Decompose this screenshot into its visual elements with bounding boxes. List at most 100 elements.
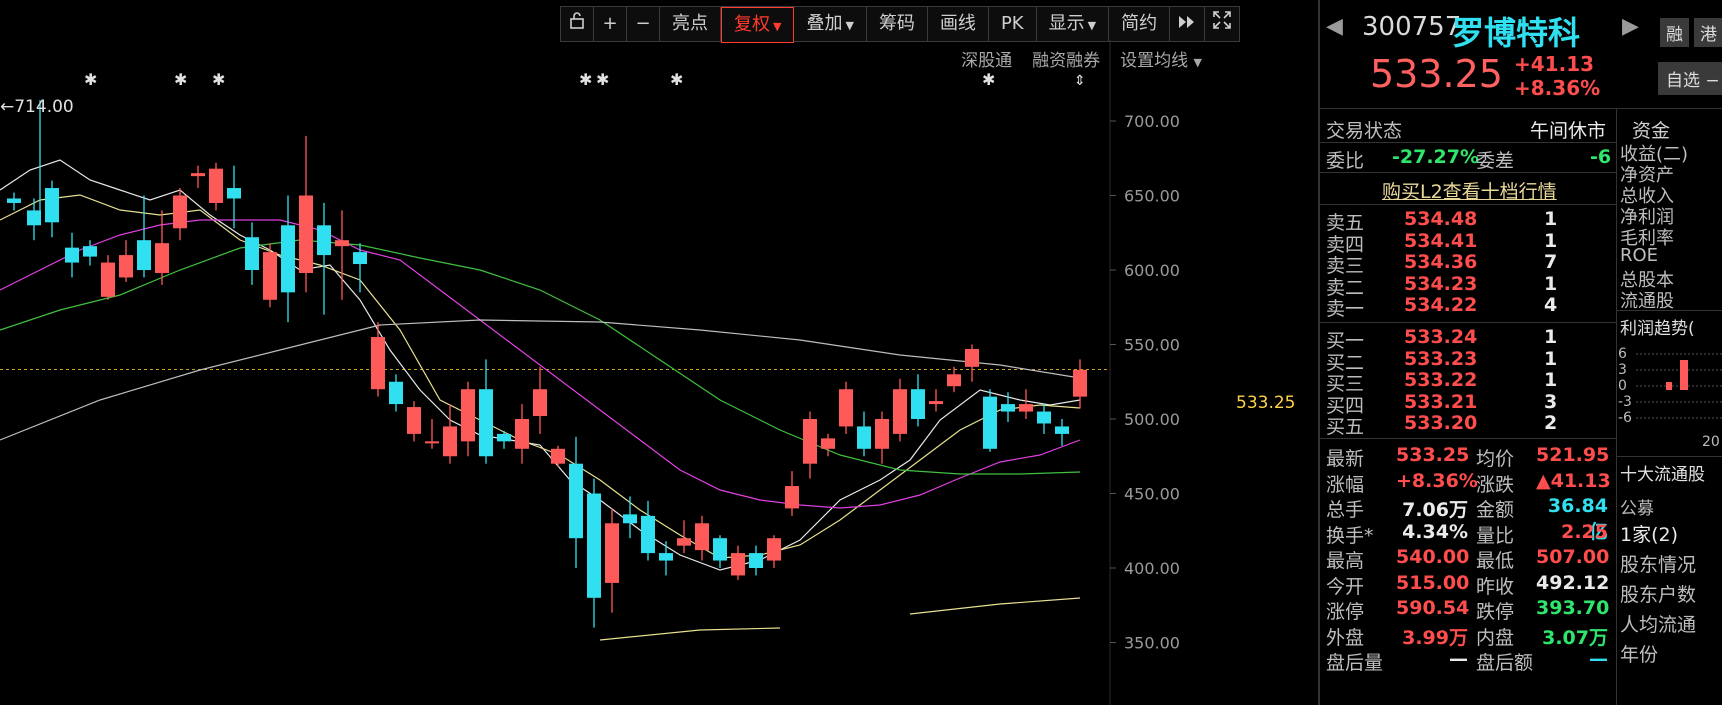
price-change-pct: +8.36% bbox=[1514, 76, 1601, 100]
event-star-icon[interactable]: ✱ bbox=[982, 70, 995, 89]
book-price: 533.21 bbox=[1404, 390, 1478, 413]
avg-float-label: 人均流通 bbox=[1620, 614, 1697, 636]
candle bbox=[911, 374, 925, 427]
stat-value: 3.07万 bbox=[1542, 626, 1608, 649]
candle bbox=[857, 411, 871, 457]
stat-value: ▲41.13 bbox=[1536, 469, 1611, 492]
profit-tick-label: -3 bbox=[1618, 394, 1632, 410]
y-tick-label: 350.00 bbox=[1124, 634, 1180, 653]
candle bbox=[45, 180, 59, 238]
holder-info-link[interactable]: 股东情况 bbox=[1620, 550, 1696, 577]
display-button[interactable]: 显示 ▼ bbox=[1036, 7, 1110, 41]
draw-line-button[interactable]: 画线 bbox=[927, 7, 989, 41]
l2-purchase-link[interactable]: 购买L2查看十档行情 bbox=[1382, 177, 1557, 204]
prev-stock-icon[interactable]: ◀ bbox=[1326, 14, 1343, 39]
book-volume: 7 bbox=[1544, 251, 1558, 273]
event-star-icon[interactable]: ✱ bbox=[84, 70, 97, 89]
event-star-icon[interactable]: ✱ bbox=[596, 70, 609, 89]
chips-button[interactable]: 筹码 bbox=[866, 7, 928, 41]
candle bbox=[749, 545, 763, 576]
caret-down-icon: ▼ bbox=[773, 20, 782, 33]
candle bbox=[947, 366, 961, 393]
stat-label: 量比 bbox=[1476, 524, 1515, 547]
stat-label: 最高 bbox=[1326, 550, 1365, 572]
book-volume: 1 bbox=[1544, 229, 1558, 252]
book-volume: 3 bbox=[1544, 390, 1558, 413]
book-volume: 1 bbox=[1544, 369, 1558, 391]
caret-down-icon: ▼ bbox=[845, 19, 854, 32]
next-stock-icon[interactable]: ▶ bbox=[1622, 14, 1639, 39]
y-tick-label: 700.00 bbox=[1124, 112, 1180, 131]
top10-holders-tab[interactable]: 十大流通股 bbox=[1620, 460, 1705, 485]
candle bbox=[317, 202, 331, 315]
profit-tick-label: 0 bbox=[1618, 378, 1627, 394]
candle bbox=[209, 162, 223, 211]
overlay-button[interactable]: 叠加 ▼ bbox=[794, 7, 867, 41]
event-star-icon[interactable]: ✱ bbox=[670, 70, 683, 89]
stat-value: 7.06万 bbox=[1402, 499, 1468, 521]
candle bbox=[839, 381, 853, 434]
candle bbox=[371, 322, 385, 397]
event-star-icon[interactable]: ✱ bbox=[579, 70, 592, 89]
candle bbox=[659, 541, 673, 576]
profit-tick-label: 3 bbox=[1618, 362, 1627, 378]
stat-label: 盘后额 bbox=[1476, 652, 1534, 674]
stat-value: 2.25 bbox=[1561, 520, 1608, 543]
stat-value: — bbox=[1449, 648, 1468, 670]
highlight-button[interactable]: 亮点 bbox=[660, 7, 721, 41]
candle bbox=[893, 378, 907, 442]
event-star-icon[interactable]: ✱ bbox=[212, 70, 225, 89]
fast-forward-icon[interactable] bbox=[1170, 7, 1206, 41]
book-volume: 1 bbox=[1544, 326, 1558, 348]
profit-trend-mini-chart: 630-3-6 20 bbox=[1618, 346, 1722, 450]
order-ratio-label: 委比 bbox=[1326, 150, 1365, 172]
candle bbox=[1019, 389, 1033, 419]
profit-tick-label: 6 bbox=[1618, 346, 1627, 362]
simple-button[interactable]: 简约 bbox=[1109, 7, 1171, 41]
zoom-in-button[interactable]: + bbox=[594, 7, 627, 41]
y-tick-label: 450.00 bbox=[1124, 485, 1180, 504]
zoom-out-button[interactable]: − bbox=[627, 7, 660, 41]
candle bbox=[155, 210, 169, 285]
pk-button[interactable]: PK bbox=[988, 7, 1037, 41]
candle bbox=[929, 389, 943, 412]
candle bbox=[551, 445, 565, 467]
stat-label: 最低 bbox=[1476, 550, 1515, 572]
profit-year-label: 20 bbox=[1702, 434, 1720, 450]
watchlist-button[interactable]: 自选 − bbox=[1658, 62, 1722, 95]
adjust-button[interactable]: 复权 ▼ bbox=[721, 7, 795, 43]
finance-item-label: ROE bbox=[1620, 245, 1659, 266]
candle bbox=[407, 401, 421, 442]
book-price: 534.23 bbox=[1404, 272, 1478, 295]
candle bbox=[227, 165, 241, 229]
y-tick-label: 650.00 bbox=[1124, 187, 1180, 206]
y-tick-label: 550.00 bbox=[1124, 336, 1180, 355]
event-star-icon[interactable]: ✱ bbox=[174, 70, 187, 89]
candle bbox=[479, 359, 493, 464]
caret-down-icon: ▼ bbox=[1087, 19, 1097, 32]
stat-value: 492.12 bbox=[1536, 571, 1610, 594]
scroll-arrows-icon[interactable]: ⇕ bbox=[1074, 73, 1086, 89]
tab-funds[interactable]: 资金 bbox=[1632, 116, 1670, 143]
candle bbox=[299, 135, 313, 293]
candlestick-chart[interactable]: ✱ ✱ ✱ ✱ ✱ ✱ ✱ ⇕ 700.00650.00600.00550.00500.004… bbox=[0, 40, 1318, 705]
stat-label: 涨幅 bbox=[1326, 473, 1365, 496]
book-price: 533.20 bbox=[1404, 412, 1478, 434]
book-price: 534.22 bbox=[1404, 294, 1478, 316]
stat-label: 今开 bbox=[1326, 575, 1365, 598]
book-price: 534.41 bbox=[1404, 229, 1478, 252]
profit-trend-title[interactable]: 利润趋势( bbox=[1620, 314, 1695, 339]
y-axis: 700.00 650.00 600.00 550.00 500.00 450.00 400.… bbox=[1124, 112, 1180, 653]
stat-value: 515.00 bbox=[1396, 571, 1470, 594]
stat-value: — bbox=[1589, 648, 1608, 670]
fund-value: 1家(2) bbox=[1620, 524, 1679, 546]
candles bbox=[7, 100, 1087, 628]
event-markers: ✱ ✱ ✱ ✱ ✱ ✱ ✱ ⇕ bbox=[84, 70, 1086, 89]
fullscreen-icon[interactable] bbox=[1205, 7, 1240, 41]
lock-icon[interactable] bbox=[561, 7, 594, 41]
hk-badge: 港 bbox=[1694, 18, 1722, 47]
chart-grid bbox=[0, 40, 1116, 705]
candle bbox=[191, 165, 205, 189]
current-price: 533.25 bbox=[1370, 52, 1503, 96]
stat-label: 涨停 bbox=[1326, 601, 1365, 623]
